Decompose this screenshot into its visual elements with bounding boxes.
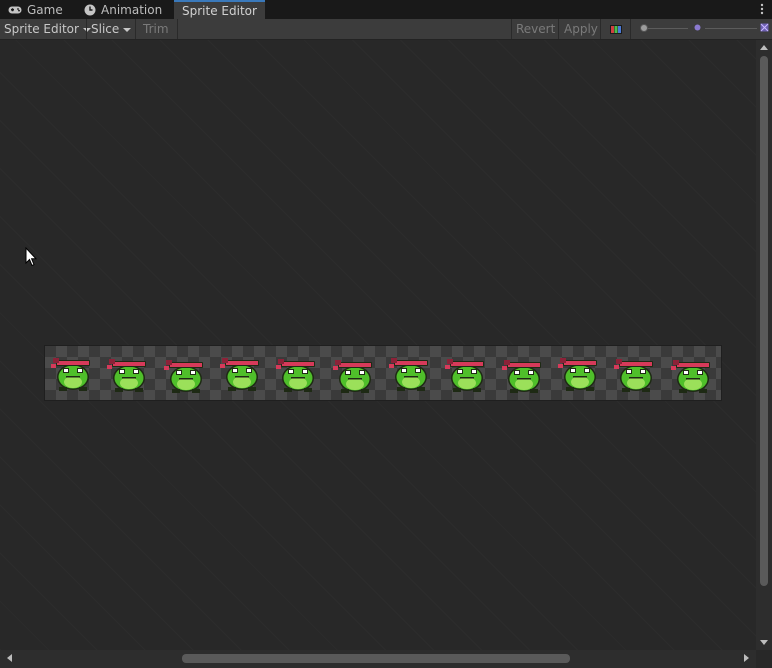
frog-sprite-icon — [445, 359, 484, 392]
scroll-left-arrow-icon[interactable] — [7, 654, 12, 662]
tab-animation-label: Animation — [101, 2, 163, 17]
frog-sprite-icon — [276, 359, 315, 392]
sprite-frame[interactable] — [670, 350, 716, 396]
sprite-frame[interactable] — [557, 350, 603, 396]
revert-button-label: Revert — [516, 22, 556, 36]
apply-button-label: Apply — [564, 22, 598, 36]
frog-sprite-icon — [164, 360, 203, 393]
mipmap-large-icon — [760, 23, 769, 32]
frog-sprite-icon — [614, 359, 653, 392]
frog-sprite-icon — [502, 360, 541, 393]
mode-dropdown[interactable]: Sprite Editor — [4, 19, 91, 39]
color-channels-toggle[interactable] — [610, 24, 622, 34]
alpha-slider-track[interactable] — [644, 28, 688, 29]
tab-animation[interactable]: Animation — [84, 0, 162, 19]
sprite-frame[interactable] — [388, 350, 434, 396]
sprite-frame[interactable] — [332, 350, 378, 396]
sprite-frame[interactable] — [106, 350, 152, 396]
horizontal-scroll-thumb[interactable] — [182, 654, 570, 663]
clock-icon — [84, 4, 96, 15]
slice-dropdown-label: Slice — [91, 22, 120, 36]
gamepad-icon — [8, 6, 22, 13]
trim-button-label: Trim — [143, 22, 169, 36]
zoom-slider-track[interactable] — [705, 28, 757, 29]
tab-sprite-editor[interactable]: Sprite Editor — [174, 0, 265, 19]
frog-sprite-icon — [107, 359, 146, 392]
tab-game[interactable]: Game — [8, 0, 63, 19]
toolbar-divider — [135, 19, 136, 39]
alpha-slider-knob[interactable] — [640, 24, 648, 32]
tab-game-label: Game — [27, 2, 63, 17]
tab-sprite-editor-label: Sprite Editor — [182, 3, 257, 18]
sprite-frame[interactable] — [163, 350, 209, 396]
scroll-right-arrow-icon[interactable] — [744, 654, 749, 662]
sprite-sheet[interactable] — [44, 345, 722, 401]
sprite-frame[interactable] — [501, 350, 547, 396]
sprite-frame[interactable] — [219, 350, 265, 396]
revert-button[interactable]: Revert — [516, 19, 555, 39]
kebab-menu-icon — [760, 3, 764, 15]
apply-button[interactable]: Apply — [564, 19, 598, 39]
chevron-down-icon — [123, 27, 132, 32]
sprite-frame[interactable] — [444, 350, 490, 396]
frog-sprite-icon — [333, 360, 372, 393]
scroll-down-arrow-icon[interactable] — [760, 640, 768, 645]
vertical-scroll-thumb[interactable] — [760, 56, 768, 586]
sprite-canvas[interactable] — [0, 40, 756, 650]
frog-sprite-icon — [220, 358, 259, 391]
mipmap-small-icon — [694, 24, 701, 31]
frog-sprite-icon — [389, 358, 428, 391]
sprite-editor-toolbar: Sprite Editor Slice Trim Revert Apply — [0, 19, 772, 40]
sprite-frame[interactable] — [275, 350, 321, 396]
toolbar-divider — [511, 19, 512, 39]
mode-dropdown-label: Sprite Editor — [4, 22, 79, 36]
sprite-frame[interactable] — [613, 350, 659, 396]
slice-dropdown[interactable]: Slice — [91, 19, 132, 39]
scrollbar-corner — [756, 650, 772, 668]
trim-button[interactable]: Trim — [143, 19, 169, 39]
frog-sprite-icon — [51, 358, 90, 391]
scroll-up-arrow-icon[interactable] — [760, 45, 768, 50]
toolbar-divider — [600, 19, 601, 39]
toolbar-divider — [177, 19, 178, 39]
tab-bar: Game Animation Sprite Editor — [0, 0, 772, 19]
frog-sprite-icon — [558, 358, 597, 391]
toolbar-divider — [86, 19, 87, 39]
toolbar-divider — [558, 19, 559, 39]
frog-sprite-icon — [671, 360, 710, 393]
tab-menu-button[interactable] — [758, 2, 766, 16]
rgb-channels-icon — [610, 24, 622, 34]
toolbar-divider — [630, 19, 631, 39]
sprite-frame[interactable] — [50, 350, 96, 396]
mouse-cursor-icon — [25, 247, 37, 267]
